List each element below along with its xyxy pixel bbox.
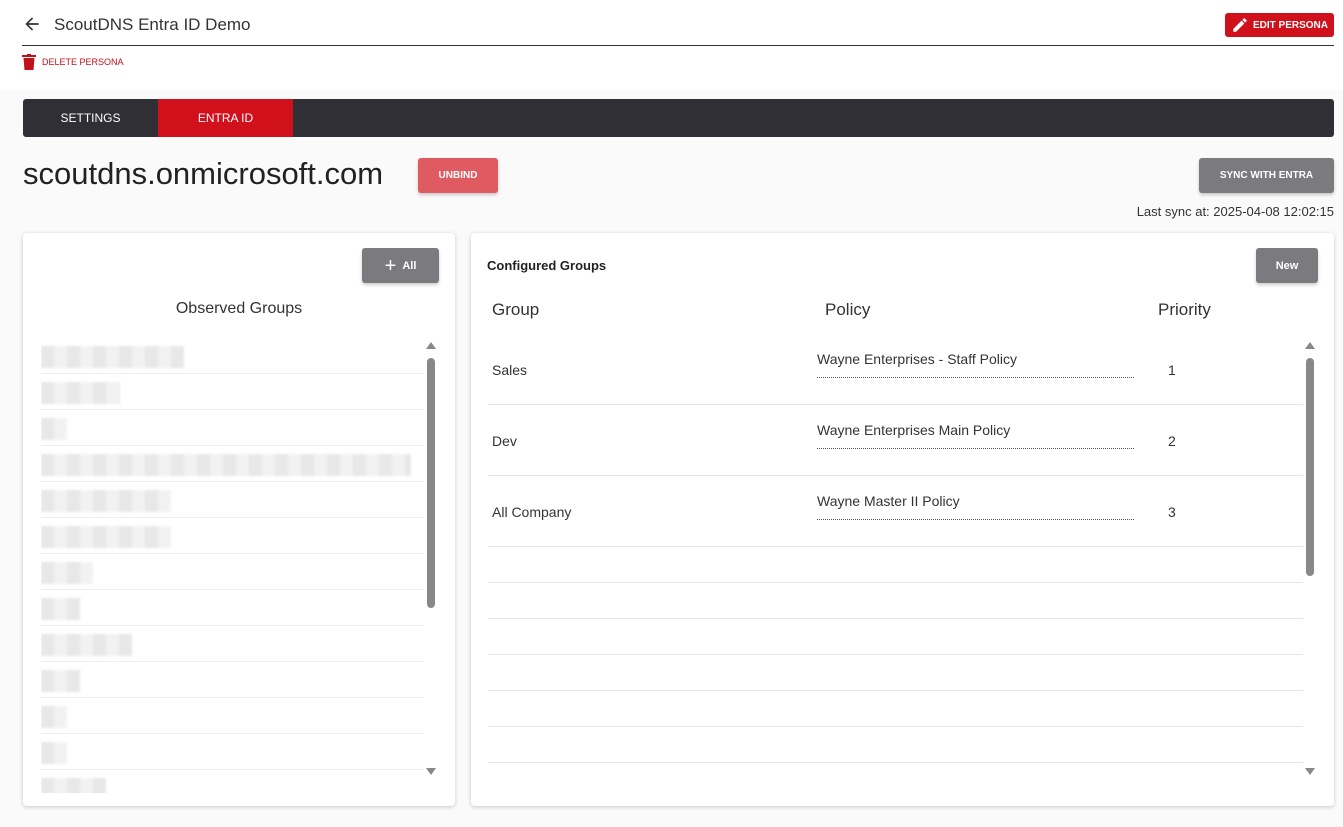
configured-groups-table: Sales Wayne Enterprises - Staff Policy 1…: [488, 334, 1303, 764]
list-item[interactable]: [41, 554, 424, 590]
redacted-group-name: [41, 346, 184, 368]
column-header-priority: Priority: [1158, 300, 1211, 319]
redacted-group-name: [41, 670, 80, 692]
redacted-group-name: [41, 526, 171, 548]
configured-groups-title: Configured Groups: [487, 258, 607, 273]
redacted-group-name: [41, 778, 106, 793]
unbind-button[interactable]: UNBIND: [418, 158, 498, 193]
empty-row: [488, 727, 1303, 763]
group-cell: Sales: [492, 362, 528, 378]
redacted-group-name: [41, 598, 80, 620]
redacted-group-name: [41, 490, 171, 512]
list-item[interactable]: [41, 590, 424, 626]
list-item[interactable]: [41, 482, 424, 518]
scroll-down-icon[interactable]: [1305, 768, 1315, 775]
list-item[interactable]: [41, 374, 424, 410]
pencil-icon: [1233, 18, 1247, 32]
redacted-group-name: [41, 634, 132, 656]
policy-select[interactable]: Wayne Enterprises - Staff Policy: [817, 351, 1134, 378]
add-all-label: All: [402, 259, 417, 272]
empty-row: [488, 655, 1303, 691]
list-item[interactable]: [41, 446, 424, 482]
list-item[interactable]: [41, 518, 424, 554]
back-arrow-icon[interactable]: [22, 14, 42, 34]
scrollbar-thumb[interactable]: [1306, 358, 1314, 576]
list-item[interactable]: [41, 410, 424, 446]
list-item[interactable]: [41, 662, 424, 698]
edit-persona-label: EDIT PERSONA: [1252, 19, 1328, 31]
policy-select[interactable]: Wayne Enterprises Main Policy: [817, 422, 1134, 449]
tab-settings[interactable]: SETTINGS: [23, 99, 158, 137]
policy-select[interactable]: Wayne Master II Policy: [817, 493, 1134, 520]
redacted-group-name: [41, 562, 93, 584]
configured-groups-scrollbar[interactable]: [1305, 342, 1315, 775]
last-sync-text: Last sync at: 2025-04-08 12:02:15: [1136, 204, 1334, 219]
edit-persona-button[interactable]: EDIT PERSONA: [1224, 13, 1334, 37]
redacted-group-name: [41, 382, 120, 404]
empty-row: [488, 619, 1303, 655]
observed-groups-list: [41, 338, 424, 793]
group-cell: Dev: [492, 433, 517, 449]
list-item[interactable]: [41, 338, 424, 374]
priority-cell: 1: [1168, 362, 1176, 378]
scroll-down-icon[interactable]: [426, 768, 436, 775]
redacted-group-name: [41, 418, 67, 440]
empty-row: [488, 547, 1303, 583]
domain-name: scoutdns.onmicrosoft.com: [23, 156, 384, 191]
empty-row: [488, 691, 1303, 727]
group-cell: All Company: [492, 504, 572, 520]
scrollbar-thumb[interactable]: [427, 358, 435, 608]
column-header-group: Group: [492, 300, 540, 319]
delete-persona-button[interactable]: DELETE PERSONA: [22, 54, 124, 70]
table-row[interactable]: Dev Wayne Enterprises Main Policy 2: [488, 405, 1303, 476]
trash-icon: [22, 54, 36, 70]
new-group-button[interactable]: New: [1256, 248, 1318, 283]
table-row[interactable]: Sales Wayne Enterprises - Staff Policy 1: [488, 334, 1303, 405]
redacted-group-name: [41, 454, 411, 476]
priority-cell: 2: [1168, 433, 1176, 449]
observed-groups-scrollbar[interactable]: [426, 342, 436, 775]
list-item[interactable]: [41, 698, 424, 734]
table-row[interactable]: All Company Wayne Master II Policy 3: [488, 476, 1303, 547]
priority-cell: 3: [1168, 504, 1176, 520]
list-item[interactable]: [41, 734, 424, 770]
add-all-button[interactable]: + All: [362, 248, 439, 283]
scroll-up-icon[interactable]: [1305, 342, 1315, 349]
top-bar: ScoutDNS Entra ID Demo EDIT PERSONA: [22, 0, 1334, 46]
list-item[interactable]: [41, 770, 424, 793]
tab-entra-id[interactable]: ENTRA ID: [158, 99, 293, 137]
redacted-group-name: [41, 742, 67, 764]
column-header-policy: Policy: [825, 300, 871, 319]
observed-groups-title: Observed Groups: [175, 300, 303, 317]
list-item[interactable]: [41, 626, 424, 662]
delete-persona-label: DELETE PERSONA: [42, 57, 124, 67]
tab-bar: SETTINGS ENTRA ID: [23, 99, 1334, 137]
plus-icon: +: [384, 254, 397, 277]
configured-groups-card: Configured Groups New Group Policy Prior…: [471, 233, 1334, 806]
empty-row: [488, 583, 1303, 619]
page-title: ScoutDNS Entra ID Demo: [54, 15, 251, 34]
redacted-group-name: [41, 706, 67, 728]
observed-groups-card: + All Observed Groups: [23, 233, 455, 806]
sync-with-entra-button[interactable]: SYNC WITH ENTRA: [1199, 158, 1334, 193]
scroll-up-icon[interactable]: [426, 342, 436, 349]
